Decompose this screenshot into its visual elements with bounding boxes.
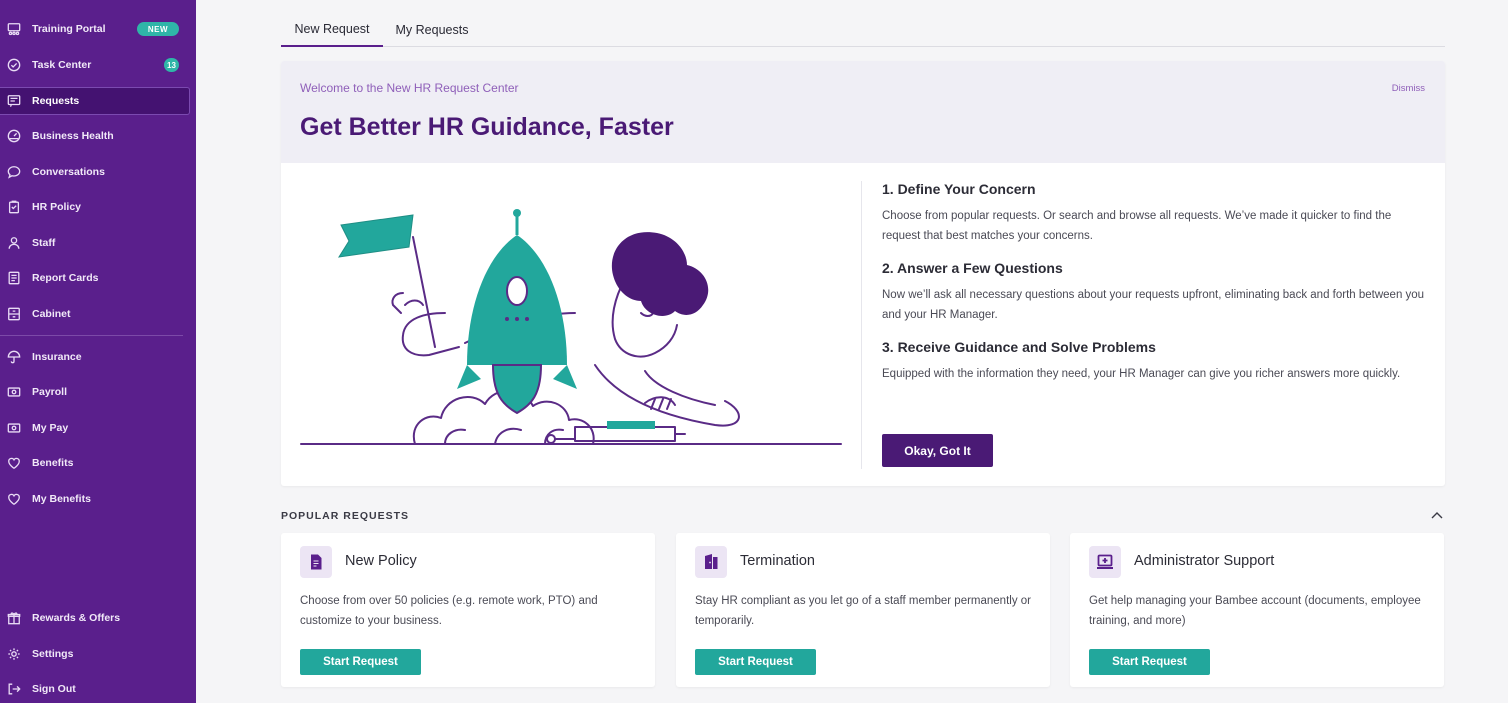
okay-got-it-button[interactable]: Okay, Got It: [882, 434, 993, 467]
chevron-up-icon[interactable]: [1430, 508, 1444, 522]
sidebar-item-label: My Pay: [32, 422, 69, 434]
sidebar-item-insurance[interactable]: Insurance: [0, 343, 190, 371]
start-request-button[interactable]: Start Request: [695, 649, 816, 675]
step-title: 3. Receive Guidance and Solve Problems: [882, 339, 1156, 355]
card-description: Choose from over 50 policies (e.g. remot…: [300, 595, 598, 627]
sidebar-item-label: Task Center: [32, 59, 92, 71]
welcome-card: Welcome to the New HR Request Center Get…: [281, 61, 1445, 486]
sidebar-item-label: Training Portal: [32, 23, 106, 35]
request-card-termination[interactable]: Termination Stay HR compliant as you let…: [676, 533, 1050, 687]
step-title: 1. Define Your Concern: [882, 181, 1036, 197]
requests-icon: [6, 93, 22, 109]
start-request-button[interactable]: Start Request: [300, 649, 421, 675]
tab-new-request[interactable]: New Request: [281, 12, 383, 47]
sidebar-item-task-center[interactable]: Task Center 13: [0, 51, 190, 79]
popular-requests-heading: POPULAR REQUESTS: [281, 510, 410, 522]
card-description: Get help managing your Bambee account (d…: [1089, 595, 1421, 627]
step-title: 2. Answer a Few Questions: [882, 260, 1063, 276]
request-card-administrator-support[interactable]: Administrator Support Get help managing …: [1070, 533, 1444, 687]
sidebar-divider: [0, 335, 183, 336]
payroll-icon: [6, 384, 22, 400]
sidebar-item-label: Payroll: [32, 386, 68, 398]
sidebar-item-label: Conversations: [32, 166, 105, 178]
step-text: Choose from popular requests. Or search …: [882, 210, 1392, 242]
steps-list: 1. Define Your Concern Choose from popul…: [882, 181, 1432, 398]
sidebar-item-label: Settings: [32, 648, 74, 660]
request-tabs: New Request My Requests: [281, 12, 1445, 47]
sidebar-item-staff[interactable]: Staff: [0, 229, 190, 257]
new-badge: NEW: [137, 22, 179, 36]
sidebar-item-requests[interactable]: Requests: [0, 87, 190, 115]
dismiss-link[interactable]: Dismiss: [1392, 83, 1425, 94]
sidebar-item-cabinet[interactable]: Cabinet: [0, 300, 190, 328]
sidebar-item-hr-policy[interactable]: HR Policy: [0, 193, 190, 221]
sidebar-item-sign-out[interactable]: Sign Out: [0, 675, 190, 703]
sidebar-item-business-health[interactable]: Business Health: [0, 122, 190, 150]
welcome-header: Welcome to the New HR Request Center Get…: [281, 61, 1445, 163]
sidebar-item-label: Report Cards: [32, 272, 99, 284]
sidebar-item-rewards-offers[interactable]: Rewards & Offers: [0, 604, 190, 632]
sidebar-item-conversations[interactable]: Conversations: [0, 158, 190, 186]
laptop-plus-icon: [1089, 546, 1121, 578]
check-circle-icon: [6, 57, 22, 73]
sidebar-item-training-portal[interactable]: Training Portal NEW: [0, 15, 190, 43]
card-title: Termination: [740, 553, 815, 569]
sidebar-item-label: HR Policy: [32, 201, 82, 213]
heart-icon: [6, 491, 22, 507]
tab-my-requests[interactable]: My Requests: [385, 12, 479, 47]
clipboard-icon: [6, 199, 22, 215]
request-card-new-policy[interactable]: New Policy Choose from over 50 policies …: [281, 533, 655, 687]
welcome-subtitle: Welcome to the New HR Request Center: [300, 81, 519, 95]
umbrella-icon: [6, 349, 22, 365]
card-title: Administrator Support: [1134, 553, 1275, 569]
user-icon: [6, 235, 22, 251]
heart-icon: [6, 455, 22, 471]
sidebar-item-label: Cabinet: [32, 308, 71, 320]
sidebar-item-label: Insurance: [32, 351, 82, 363]
sidebar-item-label: My Benefits: [32, 493, 91, 505]
sidebar-item-my-pay[interactable]: My Pay: [0, 414, 190, 442]
sidebar-item-my-benefits[interactable]: My Benefits: [0, 485, 190, 513]
card-title: New Policy: [345, 553, 417, 569]
rocket-launch-illustration: [300, 209, 842, 445]
cabinet-icon: [6, 306, 22, 322]
sidebar-item-label: Benefits: [32, 457, 74, 469]
sidebar-item-label: Requests: [32, 95, 80, 107]
sidebar-item-settings[interactable]: Settings: [0, 640, 190, 668]
start-request-button[interactable]: Start Request: [1089, 649, 1210, 675]
sidebar-item-label: Business Health: [32, 130, 114, 142]
page-title: Get Better HR Guidance, Faster: [300, 113, 674, 141]
card-description: Stay HR compliant as you let go of a sta…: [695, 595, 1031, 627]
sidebar-item-label: Sign Out: [32, 683, 76, 695]
sign-out-icon: [6, 681, 22, 697]
gift-icon: [6, 610, 22, 626]
sidebar-item-report-cards[interactable]: Report Cards: [0, 264, 190, 292]
sidebar-item-label: Staff: [32, 237, 56, 249]
money-icon: [6, 420, 22, 436]
report-card-icon: [6, 270, 22, 286]
sidebar-item-payroll[interactable]: Payroll: [0, 378, 190, 406]
sidebar-item-benefits[interactable]: Benefits: [0, 449, 190, 477]
training-icon: [6, 21, 22, 37]
chat-bubble-icon: [6, 164, 22, 180]
exit-door-icon: [695, 546, 727, 578]
document-icon: [300, 546, 332, 578]
sidebar-item-label: Rewards & Offers: [32, 612, 121, 624]
step-text: Equipped with the information they need,…: [882, 368, 1401, 380]
step-text: Now we’ll ask all necessary questions ab…: [882, 289, 1425, 321]
gauge-icon: [6, 128, 22, 144]
gear-icon: [6, 646, 22, 662]
task-count-badge: 13: [164, 58, 179, 72]
sidebar: Training Portal NEW Task Center 13 Reque…: [0, 0, 196, 703]
section-divider: [861, 181, 862, 469]
